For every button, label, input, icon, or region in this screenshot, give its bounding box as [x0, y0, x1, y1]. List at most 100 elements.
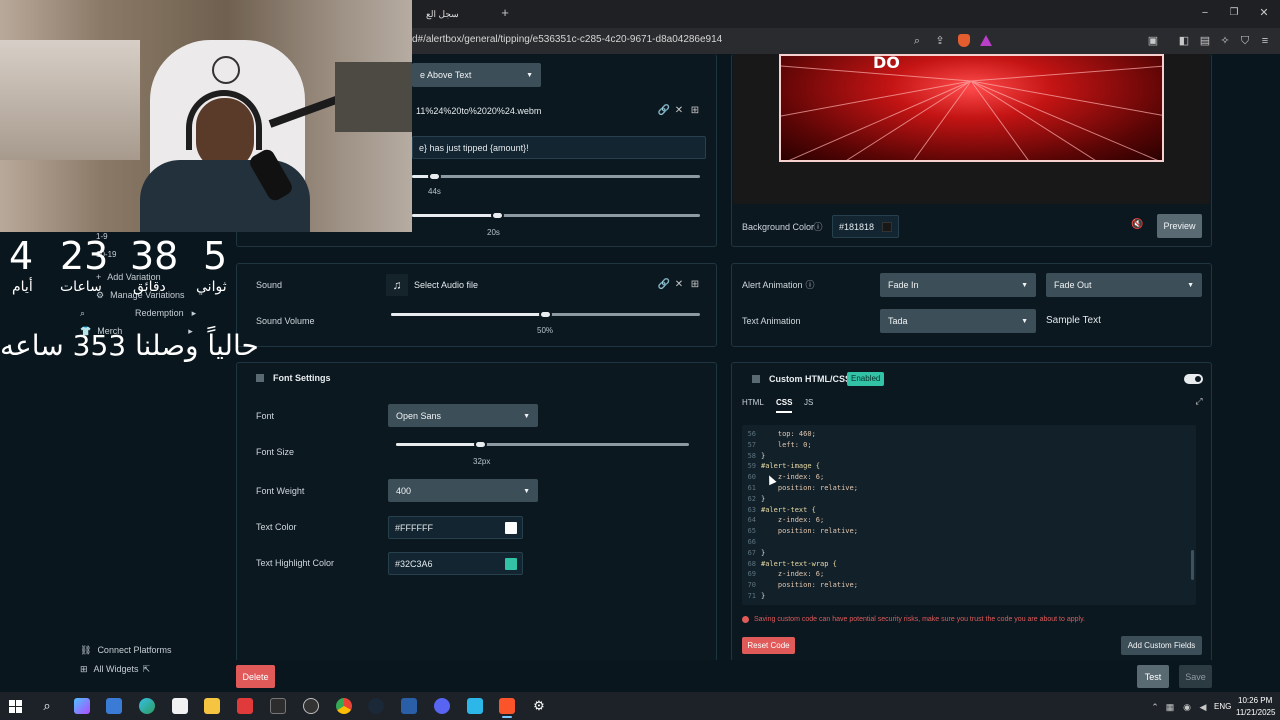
alert-in-value: Fade In	[888, 280, 919, 290]
share-icon[interactable]: ⇪	[933, 34, 947, 48]
add-custom-fields-button[interactable]: Add Custom Fields	[1121, 636, 1202, 655]
code-text: position: relative;	[761, 484, 858, 492]
reset-code-button[interactable]: Reset Code	[742, 637, 795, 654]
start-icon[interactable]	[9, 700, 22, 713]
collapse-icon[interactable]	[752, 375, 760, 383]
language-indicator[interactable]: ENG	[1214, 702, 1231, 711]
restore-icon[interactable]: ❐	[1227, 6, 1241, 20]
delay-slider-thumb[interactable]	[491, 211, 504, 220]
volume-slider-thumb[interactable]	[539, 310, 552, 319]
custom-code-toggle[interactable]	[1184, 374, 1203, 384]
color-swatch	[505, 522, 517, 534]
settings-icon[interactable]: ⚙	[532, 699, 546, 713]
save-button[interactable]: Save	[1179, 665, 1212, 688]
tab-js[interactable]: JS	[804, 398, 813, 407]
store-icon[interactable]	[172, 698, 188, 714]
duration-slider-thumb[interactable]	[428, 172, 441, 181]
url-text[interactable]: d#/alertbox/general/tipping/e536351c-c28…	[412, 34, 722, 45]
wps-icon[interactable]	[237, 698, 253, 714]
code-text: }	[761, 548, 766, 557]
delete-button[interactable]: Delete	[236, 665, 275, 688]
search-icon[interactable]: ⌕	[40, 699, 54, 713]
file-explorer-icon[interactable]	[204, 698, 220, 714]
preview-button[interactable]: Preview	[1157, 214, 1202, 238]
background-color-field[interactable]: #181818	[832, 215, 899, 238]
layout-dropdown[interactable]: e Above Text ▼	[412, 63, 541, 87]
line-number: 71	[747, 592, 756, 600]
text-color-field[interactable]: #FFFFFF	[388, 516, 523, 539]
menu-icon[interactable]: ≡	[1258, 34, 1272, 48]
brave-shield-icon[interactable]	[958, 34, 970, 47]
brave-rewards-icon[interactable]	[980, 35, 992, 46]
tab-css[interactable]: CSS	[776, 398, 793, 413]
chevron-right-icon: ▸	[191, 308, 197, 318]
line-number: 57	[747, 440, 756, 449]
zoom-icon[interactable]: ⌕	[910, 34, 924, 48]
font-size-slider-thumb[interactable]	[474, 440, 487, 449]
collapse-icon[interactable]	[256, 374, 264, 382]
tab-html[interactable]: HTML	[742, 398, 764, 407]
link-icon[interactable]: 🔗	[657, 104, 671, 118]
link-icon[interactable]: 🔗	[657, 278, 671, 292]
browser-tab[interactable]: سجل الع	[412, 6, 492, 24]
close-window-icon[interactable]: ✕	[1257, 6, 1271, 20]
font-size-value: 32px	[473, 457, 491, 466]
link-icon: ⛓	[80, 645, 92, 655]
grid-icon[interactable]: ⊞	[688, 104, 702, 118]
leo-ai-icon[interactable]: ✧	[1218, 34, 1232, 48]
sound-label: Sound	[256, 280, 283, 290]
code-line: 63 #alert-text {	[742, 505, 816, 516]
minimize-icon[interactable]: −	[1198, 6, 1212, 20]
search-icon: ⌕	[80, 308, 86, 318]
sidebar-toggle-icon[interactable]: ◧	[1177, 34, 1191, 48]
mute-icon[interactable]: 🔇	[1131, 219, 1143, 230]
font-weight-label: Font Weight	[256, 486, 305, 496]
message-template-input[interactable]: e} has just tipped {amount}!	[412, 136, 706, 159]
delay-value: 20s	[487, 228, 500, 237]
app-icon-2[interactable]	[106, 698, 122, 714]
font-weight-dropdown[interactable]: 400 ▼	[388, 479, 538, 502]
text-animation-dropdown[interactable]: Tada ▼	[880, 309, 1036, 333]
sidebar-item-redemption[interactable]: ⌕ Redemption ▸	[80, 308, 196, 319]
tray-chevron-icon[interactable]: ⌃	[1148, 700, 1162, 714]
vpn-icon[interactable]: ⛉	[1238, 34, 1252, 48]
wifi-icon[interactable]: ◉	[1180, 700, 1194, 714]
message-template-text: e} has just tipped {amount}!	[419, 142, 529, 153]
volume-icon[interactable]: ◀	[1196, 700, 1210, 714]
alert-out-dropdown[interactable]: Fade Out ▼	[1046, 273, 1202, 297]
grid-icon[interactable]: ⊞	[688, 278, 702, 292]
text-animation-value: Tada	[888, 316, 908, 326]
clock-time[interactable]: 10:26 PM	[1238, 696, 1272, 705]
duration-slider[interactable]	[412, 175, 700, 178]
edge-icon[interactable]	[139, 698, 155, 714]
editor-scrollbar[interactable]	[1191, 550, 1194, 580]
wallet-icon[interactable]: ▤	[1198, 34, 1212, 48]
all-widgets-link[interactable]: ⊞ All Widgets ⇱	[80, 664, 150, 675]
line-number: 61	[747, 484, 756, 492]
code-line: 69 z-index: 6;	[742, 569, 825, 580]
app-icon-3[interactable]	[270, 698, 286, 714]
css-code-editor[interactable]: 56 top: 460; 57 left: 0; 58} 59 #alert-image…	[742, 425, 1196, 605]
new-tab-button[interactable]: +	[498, 6, 512, 20]
highlight-color-field[interactable]: #32C3A6	[388, 552, 523, 575]
app-icon-1[interactable]	[74, 698, 90, 714]
reader-icon[interactable]: ▣	[1146, 34, 1160, 48]
app-icon-4[interactable]	[303, 698, 319, 714]
font-dropdown[interactable]: Open Sans ▼	[388, 404, 538, 427]
tab-title: سجل الع	[426, 9, 459, 19]
app-icon-6[interactable]	[467, 698, 483, 714]
clear-icon[interactable]: ✕	[672, 104, 686, 118]
code-line: 66	[742, 537, 761, 548]
expand-icon[interactable]: ⤢	[1192, 394, 1206, 408]
alert-in-dropdown[interactable]: Fade In ▼	[880, 273, 1036, 297]
steam-icon[interactable]	[368, 698, 384, 714]
tray-icon-1[interactable]: ▦	[1163, 700, 1177, 714]
clear-icon[interactable]: ✕	[672, 278, 686, 292]
app-icon-5[interactable]	[401, 698, 417, 714]
clock-date[interactable]: 11/21/2025	[1236, 708, 1275, 717]
chrome-icon[interactable]	[336, 698, 352, 714]
brave-icon[interactable]	[499, 698, 515, 714]
discord-icon[interactable]	[434, 698, 450, 714]
test-button[interactable]: Test	[1137, 665, 1169, 688]
connect-platforms-link[interactable]: ⛓ Connect Platforms	[80, 645, 171, 656]
